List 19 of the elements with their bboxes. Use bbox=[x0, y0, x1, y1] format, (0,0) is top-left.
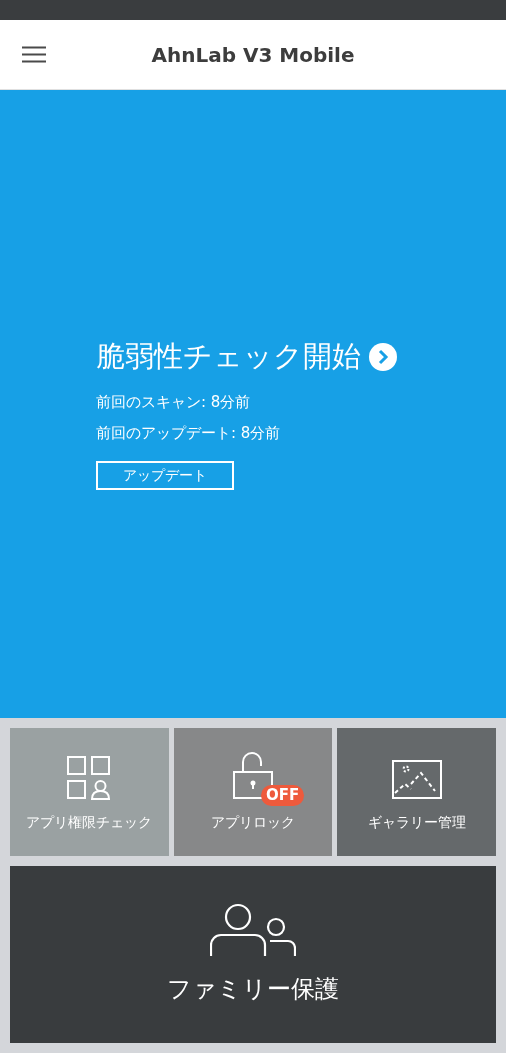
app-title: AhnLab V3 Mobile bbox=[151, 41, 355, 69]
feature-tile[interactable]: OFF アプリロック bbox=[173, 728, 333, 856]
last-scan-text: 前回のスキャン: 8分前 bbox=[96, 391, 252, 413]
update-button[interactable]: アップデート bbox=[96, 460, 234, 490]
grid-person-icon bbox=[67, 755, 112, 800]
feature-tile[interactable]: アプリ権限チェック bbox=[10, 728, 169, 856]
scan-title[interactable]: 脆弱性チェック開始 bbox=[96, 338, 361, 375]
family-tile[interactable]: ファミリー保護 bbox=[10, 866, 496, 1043]
off-badge: OFF bbox=[261, 784, 305, 806]
chevron-circle-icon[interactable] bbox=[369, 342, 397, 371]
feature-tile[interactable]: ギャラリー管理 bbox=[337, 728, 496, 856]
people-icon bbox=[210, 902, 296, 957]
family-label: ファミリー保護 bbox=[167, 973, 339, 1005]
tile-label: ギャラリー管理 bbox=[367, 812, 466, 832]
last-update-text: 前回のアップデート: 8分前 bbox=[96, 423, 282, 445]
menu-icon[interactable] bbox=[22, 46, 46, 63]
tile-label: アプリ権限チェック bbox=[26, 812, 153, 832]
tile-label: アプリロック bbox=[211, 812, 295, 832]
image-icon bbox=[391, 759, 442, 800]
